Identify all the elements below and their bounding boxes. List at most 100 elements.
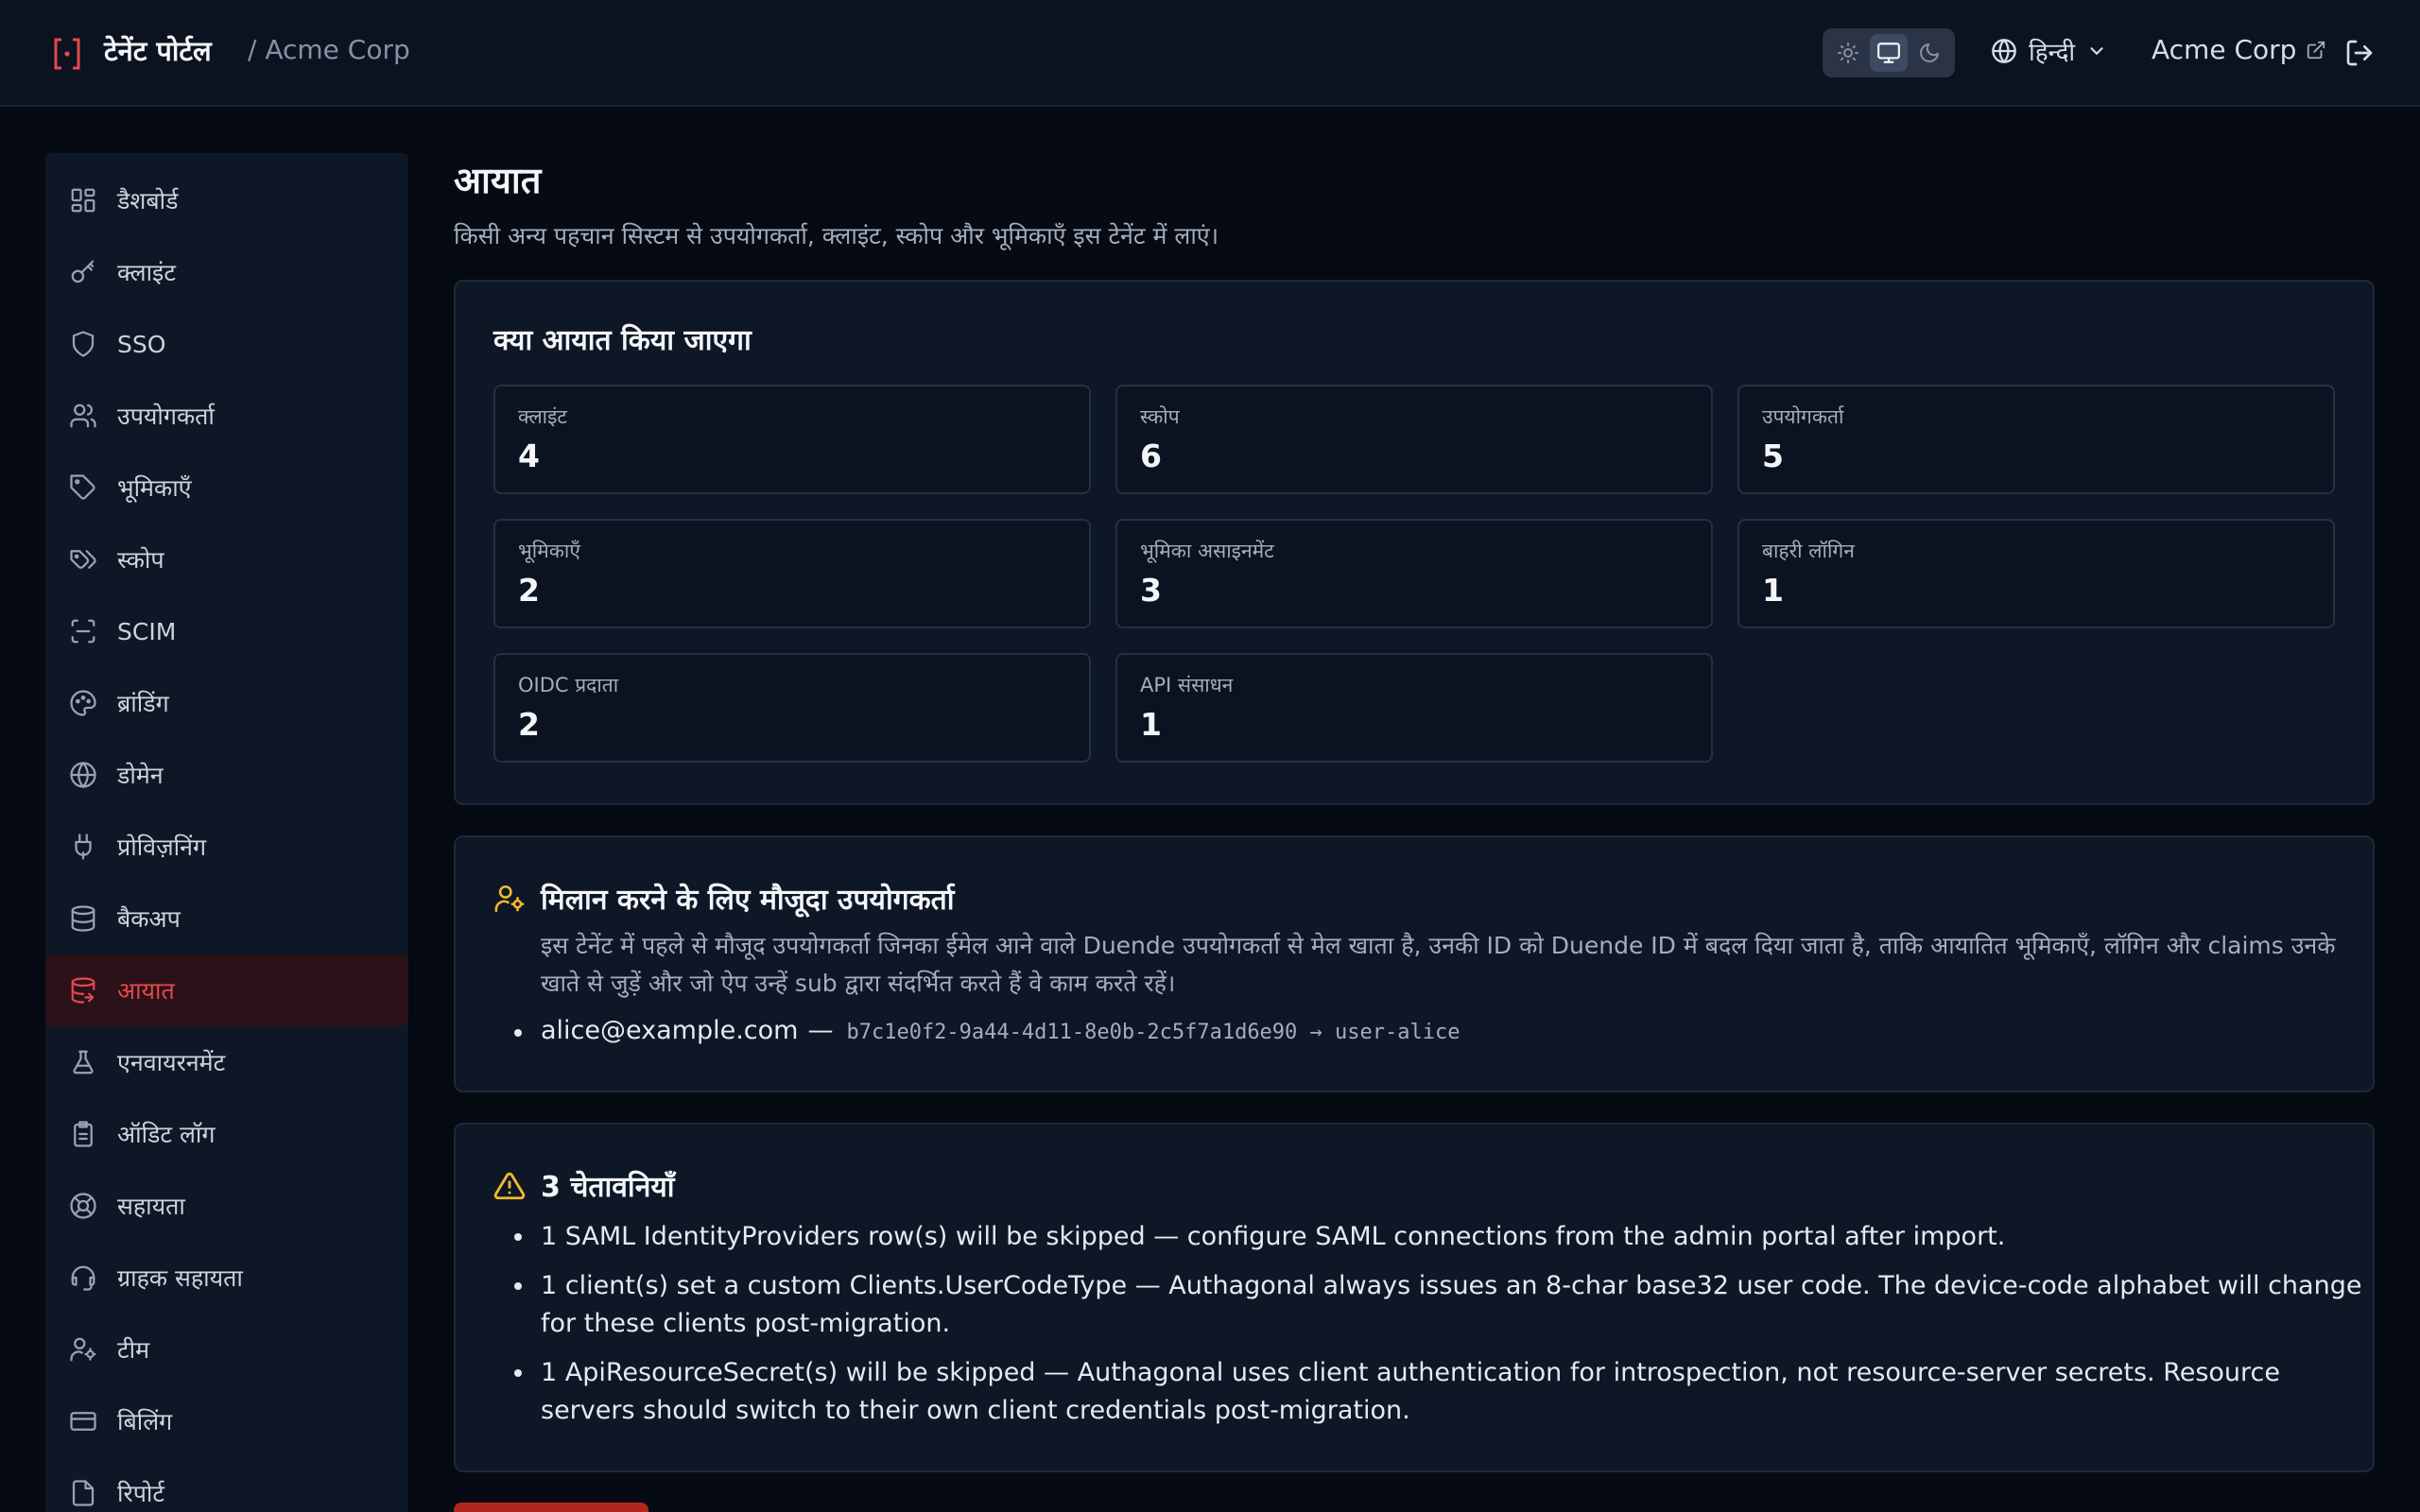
sidebar-item[interactable]: ब्रांडिंग bbox=[45, 667, 408, 739]
id-mapping: b7c1e0f2-9a44-4d11-8e0b-2c5f7a1d6e90 → u… bbox=[846, 1021, 1461, 1044]
shield-icon bbox=[68, 329, 98, 359]
headset-icon bbox=[68, 1263, 98, 1293]
palette-icon bbox=[68, 688, 98, 718]
warning-item: 1 client(s) set a custom Clients.UserCod… bbox=[514, 1267, 2365, 1343]
matched-email: alice@example.com bbox=[541, 1016, 799, 1045]
scan-icon bbox=[68, 616, 98, 646]
sidebar-item[interactable]: ग्राहक सहायता bbox=[45, 1242, 408, 1314]
sidebar-item[interactable]: बिलिंग bbox=[45, 1385, 408, 1457]
sidebar-item[interactable]: डैशबोर्ड bbox=[45, 164, 408, 236]
globe-icon bbox=[1992, 39, 2016, 63]
brand-logo-icon[interactable] bbox=[53, 37, 81, 71]
sidebar-item[interactable]: स्कोप bbox=[45, 524, 408, 595]
sidebar-item[interactable]: सहायता bbox=[45, 1170, 408, 1242]
sidebar-item-label: ऑडिट लॉग bbox=[117, 1121, 216, 1148]
sidebar-item-label: डोमेन bbox=[117, 762, 164, 789]
sidebar-item-label: डैशबोर्ड bbox=[117, 187, 179, 215]
stat-value: 3 bbox=[1140, 572, 1162, 609]
stat-card: भूमिकाएँ 2 bbox=[493, 519, 1091, 628]
stat-label: उपयोगकर्ता bbox=[1762, 405, 1844, 428]
key-icon bbox=[68, 257, 98, 287]
warnings-list: 1 SAML IdentityProviders row(s) will be … bbox=[514, 1218, 2361, 1430]
user-cog-icon bbox=[494, 885, 525, 912]
sidebar-item[interactable]: आयात bbox=[45, 954, 408, 1026]
warning-item: 1 SAML IdentityProviders row(s) will be … bbox=[514, 1218, 2365, 1256]
sidebar-item-label: टीम bbox=[117, 1336, 150, 1364]
sidebar-item[interactable]: एनवायरनमेंट bbox=[45, 1026, 408, 1098]
theme-light-button[interactable] bbox=[1829, 34, 1867, 72]
sidebar-item[interactable]: प्रोविज़निंग bbox=[45, 811, 408, 883]
stat-card: स्कोप 6 bbox=[1115, 385, 1713, 494]
stat-label: क्लाइंट bbox=[518, 405, 568, 428]
stat-value: 2 bbox=[518, 572, 540, 609]
sidebar-item-label: बिलिंग bbox=[117, 1408, 173, 1435]
sidebar-item[interactable]: टीम bbox=[45, 1314, 408, 1385]
theme-system-button[interactable] bbox=[1869, 34, 1908, 72]
tags-icon bbox=[68, 544, 98, 575]
theme-switcher bbox=[1823, 28, 1955, 77]
users-icon bbox=[68, 401, 98, 431]
stat-card: बाहरी लॉगिन 1 bbox=[1737, 519, 2335, 628]
stat-card: OIDC प्रदाता 2 bbox=[493, 653, 1091, 763]
sidebar-item[interactable]: ऑडिट लॉग bbox=[45, 1098, 408, 1170]
page-subtitle: किसी अन्य पहचान सिस्टम से उपयोगकर्ता, क्… bbox=[454, 222, 1219, 249]
sidebar-item[interactable]: उपयोगकर्ता bbox=[45, 380, 408, 452]
sidebar-item-label: सहायता bbox=[117, 1193, 185, 1220]
start-import-button[interactable] bbox=[454, 1503, 648, 1512]
list-item: alice@example.com — b7c1e0f2-9a44-4d11-8… bbox=[514, 1016, 2335, 1045]
sidebar-item-label: रिपोर्ट bbox=[117, 1480, 164, 1507]
sidebar-item-label: भूमिकाएँ bbox=[117, 474, 192, 502]
database-icon bbox=[68, 903, 98, 934]
sidebar-item[interactable]: क्लाइंट bbox=[45, 236, 408, 308]
sidebar-item-label: उपयोगकर्ता bbox=[117, 403, 215, 430]
matching-users-heading: मिलान करने के लिए मौजूदा उपयोगकर्ता bbox=[541, 884, 955, 917]
sidebar-item[interactable]: SCIM bbox=[45, 595, 408, 667]
stat-label: API संसाधन bbox=[1140, 674, 1234, 696]
database-import-icon bbox=[68, 975, 98, 1005]
sidebar-item[interactable]: डोमेन bbox=[45, 739, 408, 811]
stat-card: भूमिका असाइनमेंट 3 bbox=[1115, 519, 1713, 628]
language-label: हिन्दी bbox=[2029, 39, 2076, 67]
monitor-icon bbox=[1877, 43, 1900, 63]
sidebar-item-label: ग्राहक सहायता bbox=[117, 1264, 243, 1292]
stat-label: भूमिका असाइनमेंट bbox=[1140, 540, 1274, 562]
stat-label: OIDC प्रदाता bbox=[518, 674, 619, 696]
warning-triangle-icon bbox=[493, 1172, 526, 1199]
sidebar-item-label: एनवायरनमेंट bbox=[117, 1049, 226, 1076]
globe-icon bbox=[68, 760, 98, 790]
stat-label: स्कोप bbox=[1140, 405, 1180, 428]
organization-label: Acme Corp bbox=[2152, 34, 2297, 65]
import-summary-heading: क्या आयात किया जाएगा bbox=[493, 324, 752, 357]
stat-label: बाहरी लॉगिन bbox=[1762, 540, 1855, 562]
warnings-heading: 3 चेतावनियाँ bbox=[541, 1171, 675, 1204]
lifebuoy-icon bbox=[68, 1191, 98, 1221]
sidebar-item[interactable]: बैकअप bbox=[45, 883, 408, 954]
sidebar-item[interactable]: SSO bbox=[45, 308, 408, 380]
stat-value: 2 bbox=[518, 706, 540, 743]
import-stats-grid: क्लाइंट 4 स्कोप 6 उपयोगकर्ता 5 भूमिकाएँ 2 भूमिका… bbox=[493, 385, 2335, 763]
sidebar-item-label: आयात bbox=[117, 977, 175, 1005]
warnings-card: 3 चेतावनियाँ 1 SAML IdentityProviders ro… bbox=[454, 1123, 2375, 1472]
sidebar-nav: डैशबोर्ड क्लाइंट SSO उपयोगकर्ता भूमिकाएँ स्को… bbox=[45, 153, 408, 1512]
file-icon bbox=[68, 1478, 98, 1508]
logout-icon[interactable] bbox=[2344, 38, 2375, 68]
flask-icon bbox=[68, 1047, 98, 1077]
organization-link[interactable]: Acme Corp bbox=[2152, 34, 2326, 65]
stat-card: उपयोगकर्ता 5 bbox=[1737, 385, 2335, 494]
page-title: आयात bbox=[454, 160, 542, 201]
app-title[interactable]: टेनेंट पोर्टल bbox=[104, 32, 212, 69]
language-selector[interactable]: हिन्दी bbox=[1991, 34, 2107, 68]
top-bar: टेनेंट पोर्टल / Acme Corp हिन्दी Acme Co… bbox=[0, 0, 2420, 107]
sidebar-item[interactable]: रिपोर्ट bbox=[45, 1457, 408, 1512]
tag-icon bbox=[68, 472, 98, 503]
theme-dark-button[interactable] bbox=[1910, 34, 1948, 72]
sidebar-item-label: क्लाइंट bbox=[117, 259, 176, 286]
stat-label: भूमिकाएँ bbox=[518, 540, 580, 562]
tenant-breadcrumb: / Acme Corp bbox=[248, 34, 410, 65]
sidebar-item[interactable]: भूमिकाएँ bbox=[45, 452, 408, 524]
warning-item: 1 ApiResourceSecret(s) will be skipped —… bbox=[514, 1354, 2365, 1430]
chevron-down-icon bbox=[2090, 47, 2103, 56]
external-link-icon bbox=[2308, 41, 2325, 59]
sidebar-item-label: बैकअप bbox=[117, 905, 181, 933]
sidebar-item-label: SCIM bbox=[117, 617, 177, 645]
